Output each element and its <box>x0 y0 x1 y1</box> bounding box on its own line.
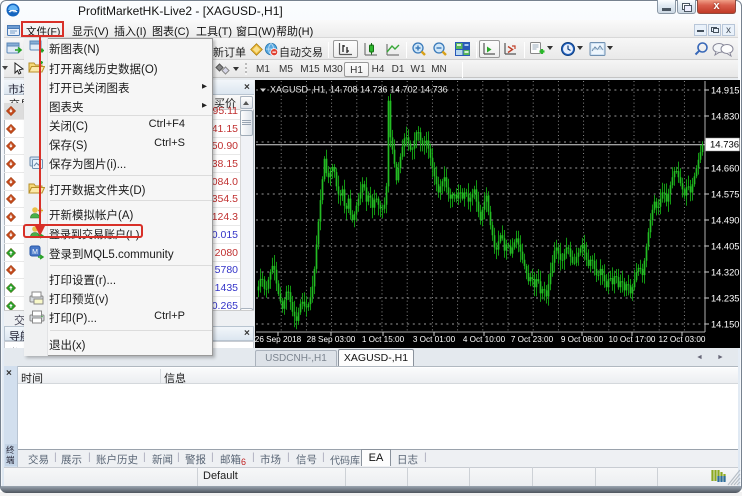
svg-text:XAGUSD-,H1, 14.708 14.736 14.7: XAGUSD-,H1, 14.708 14.736 14.702 14.736 <box>270 85 448 95</box>
svg-text:M: M <box>32 249 38 256</box>
svg-text:14.915: 14.915 <box>711 86 739 96</box>
svg-text:14.235: 14.235 <box>711 294 739 304</box>
svg-text:26 Sep 2018: 26 Sep 2018 <box>255 335 302 344</box>
svg-text:14.575: 14.575 <box>711 190 739 200</box>
svg-text:7 Oct 23:00: 7 Oct 23:00 <box>511 335 554 344</box>
svg-text:14.736: 14.736 <box>710 140 739 151</box>
svg-text:14.490: 14.490 <box>711 216 739 226</box>
svg-text:1 Oct 15:00: 1 Oct 15:00 <box>362 335 405 344</box>
svg-text:4 Oct 10:00: 4 Oct 10:00 <box>463 335 506 344</box>
svg-text:14.405: 14.405 <box>711 242 739 252</box>
svg-text:10 Oct 17:00: 10 Oct 17:00 <box>609 335 656 344</box>
svg-text:3 Oct 01:00: 3 Oct 01:00 <box>413 335 456 344</box>
svg-text:14.830: 14.830 <box>711 112 739 122</box>
svg-text:PM: PM <box>10 9 16 14</box>
svg-text:28 Sep 03:00: 28 Sep 03:00 <box>307 335 356 344</box>
svg-text:12 Oct 03:00: 12 Oct 03:00 <box>659 335 706 344</box>
svg-text:14.320: 14.320 <box>711 268 739 278</box>
svg-text:14.660: 14.660 <box>711 164 739 174</box>
svg-text:9 Oct 08:00: 9 Oct 08:00 <box>561 335 604 344</box>
svg-text:14.150: 14.150 <box>711 320 739 330</box>
